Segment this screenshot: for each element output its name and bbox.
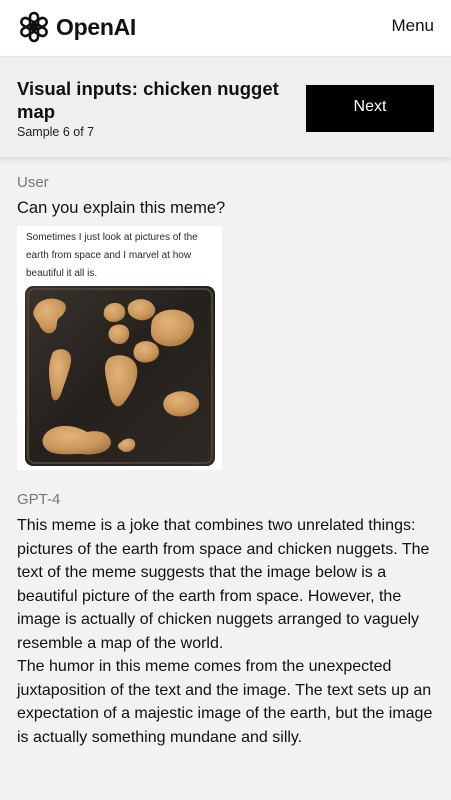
sample-counter: Sample 6 of 7 [17, 125, 95, 139]
brand-name: OpenAI [56, 13, 136, 40]
sample-title: Visual inputs: chicken nugget map [17, 78, 279, 122]
sample-header: Visual inputs: chicken nugget map Sample… [0, 56, 451, 157]
meme-caption: Sometimes I just look at pictures of the… [26, 232, 198, 279]
top-bar: OpenAI Menu [0, 0, 451, 56]
chicken-nugget-photo [25, 286, 215, 466]
assistant-paragraph: The humor in this meme comes from the un… [17, 658, 433, 746]
brand-logo[interactable]: OpenAI [16, 9, 136, 45]
menu-button[interactable]: Menu [391, 16, 434, 36]
assistant-paragraph: This meme is a joke that combines two un… [17, 517, 430, 652]
page: OpenAI Menu Visual inputs: chicken nugge… [0, 0, 451, 800]
openai-logo-icon [20, 11, 48, 43]
next-button[interactable]: Next [306, 85, 434, 132]
user-role-label: User [17, 174, 49, 191]
assistant-message: This meme is a joke that combines two un… [17, 514, 441, 749]
user-message: Can you explain this meme? [17, 199, 226, 217]
meme-image: Sometimes I just look at pictures of the… [17, 226, 222, 470]
assistant-role-label: GPT-4 [17, 491, 61, 508]
